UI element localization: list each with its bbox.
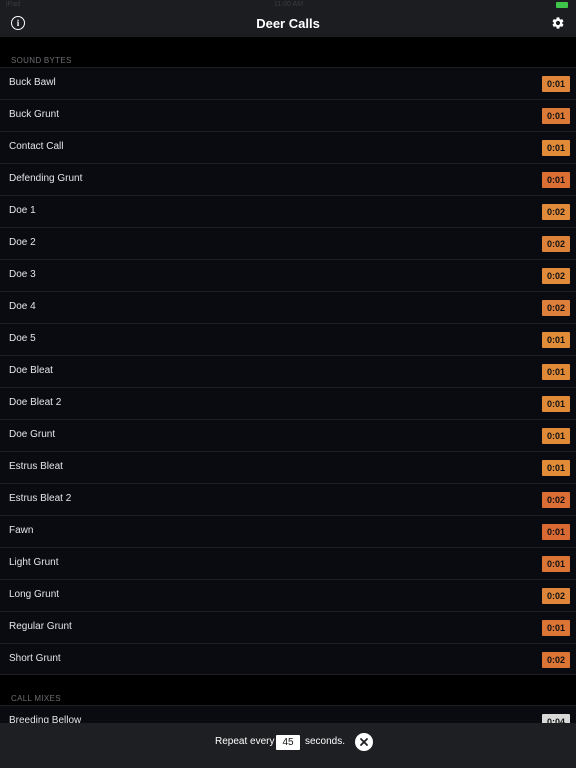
list-item[interactable]: Doe 3 0:02 [0,259,576,291]
call-name-label: Doe 5 [9,333,36,344]
list-item[interactable]: Long Grunt 0:02 [0,579,576,611]
call-name-label: Defending Grunt [9,173,83,184]
close-icon[interactable] [355,733,373,751]
duration-badge: 0:01 [542,108,570,124]
call-name-label: Contact Call [9,141,64,152]
call-name-label: Doe 1 [9,205,36,216]
repeat-suffix-label: seconds. [305,736,346,747]
list-item[interactable]: Short Grunt 0:02 [0,643,576,675]
page-title: Deer Calls [256,16,320,31]
duration-badge: 0:02 [542,652,570,668]
duration-badge: 0:01 [542,140,570,156]
battery-icon [556,2,568,8]
duration-badge: 0:01 [542,620,570,636]
status-bar: iPad 11:00 AM [0,0,576,10]
list-item[interactable]: Doe Bleat 2 0:01 [0,387,576,419]
list-item[interactable]: Fawn 0:01 [0,515,576,547]
deer-calls-list[interactable]: SOUND BYTES Buck Bawl 0:01 Buck Grunt 0:01 Co… [0,37,576,723]
list-item[interactable]: Doe 1 0:02 [0,195,576,227]
call-name-label: Buck Grunt [9,109,60,120]
carrier-label: iPad [6,1,21,8]
call-name-label: Doe 4 [9,301,36,312]
duration-badge: 0:01 [542,332,570,348]
call-name-label: Light Grunt [9,557,59,568]
status-time: 11:00 AM [274,1,304,8]
section-header: SOUND BYTES [11,56,72,65]
duration-badge: 0:01 [542,428,570,444]
list-item[interactable]: Light Grunt 0:01 [0,547,576,579]
repeat-bar: Repeat every 45 seconds. [0,723,576,768]
list-item[interactable]: Doe Bleat 0:01 [0,355,576,387]
list-item[interactable]: Doe 4 0:02 [0,291,576,323]
call-name-label: Fawn [9,525,34,536]
gear-icon[interactable] [551,16,565,30]
duration-badge: 0:02 [542,300,570,316]
section-header: CALL MIXES [11,694,61,703]
call-name-label: Doe Bleat 2 [9,397,62,408]
duration-badge: 0:02 [542,236,570,252]
duration-badge: 0:01 [542,396,570,412]
list-item[interactable]: Estrus Bleat 2 0:02 [0,483,576,515]
list-item[interactable]: Doe 2 0:02 [0,227,576,259]
duration-badge: 0:02 [542,588,570,604]
duration-badge: 0:01 [542,556,570,572]
app-screen: iPad 11:00 AM i Deer Calls SOUND BYTES Bu… [0,0,576,768]
list-item[interactable]: Contact Call 0:01 [0,131,576,163]
repeat-seconds-input[interactable]: 45 [276,735,300,750]
call-name-label: Doe 2 [9,237,36,248]
duration-badge: 0:04 [542,714,570,723]
call-name-label: Regular Grunt [9,621,72,632]
duration-badge: 0:01 [542,364,570,380]
call-name-label: Long Grunt [9,589,60,600]
call-name-label: Breeding Bellow [9,715,82,723]
call-name-label: Estrus Bleat 2 [9,493,72,504]
duration-badge: 0:02 [542,204,570,220]
list-item[interactable]: Breeding Bellow 0:04 [0,705,576,723]
duration-badge: 0:02 [542,268,570,284]
list-item[interactable]: Doe 5 0:01 [0,323,576,355]
call-name-label: Buck Bawl [9,77,56,88]
duration-badge: 0:01 [542,76,570,92]
call-name-label: Doe Grunt [9,429,56,440]
duration-badge: 0:01 [542,460,570,476]
list-item[interactable]: Buck Grunt 0:01 [0,99,576,131]
list-item[interactable]: Regular Grunt 0:01 [0,611,576,643]
duration-badge: 0:02 [542,492,570,508]
list-item[interactable]: Estrus Bleat 0:01 [0,451,576,483]
duration-badge: 0:01 [542,524,570,540]
duration-badge: 0:01 [542,172,570,188]
repeat-prefix-label: Repeat every [215,736,275,747]
call-name-label: Doe Bleat [9,365,53,376]
call-name-label: Estrus Bleat [9,461,63,472]
list-item[interactable]: Buck Bawl 0:01 [0,67,576,99]
call-name-label: Short Grunt [9,653,61,664]
list-item[interactable]: Doe Grunt 0:01 [0,419,576,451]
call-name-label: Doe 3 [9,269,36,280]
list-item[interactable]: Defending Grunt 0:01 [0,163,576,195]
navigation-bar: i Deer Calls [0,10,576,37]
